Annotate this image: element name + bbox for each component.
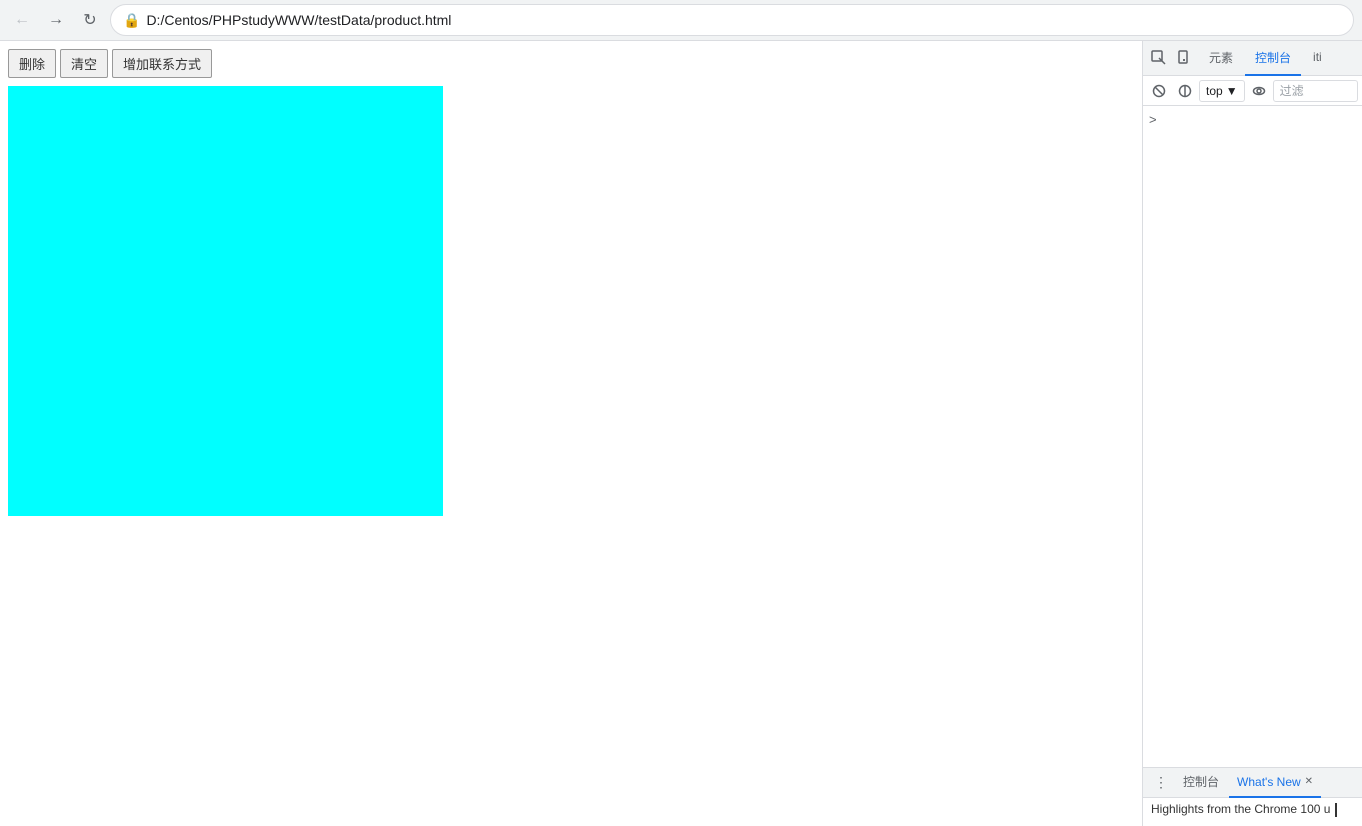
- tab-whats-new[interactable]: What's New ✕: [1229, 768, 1321, 798]
- address-text: D:/Centos/PHPstudyWWW/testData/product.h…: [146, 12, 1341, 28]
- dropdown-label: top: [1206, 84, 1223, 98]
- block-icon[interactable]: [1173, 79, 1197, 103]
- devtools-toolbar: top ▼ 过滤: [1143, 76, 1362, 106]
- address-bar[interactable]: 🔒 D:/Centos/PHPstudyWWW/testData/product…: [110, 4, 1354, 36]
- filter-input[interactable]: 过滤: [1273, 80, 1358, 102]
- page-buttons: 删除 清空 增加联系方式: [0, 41, 1142, 86]
- drawer-menu-icon[interactable]: ⋮: [1149, 771, 1173, 795]
- bottom-content: Highlights from the Chrome 100 u: [1143, 798, 1362, 826]
- reload-button[interactable]: ↻: [76, 6, 104, 34]
- context-dropdown[interactable]: top ▼: [1199, 80, 1245, 102]
- inspect-element-icon[interactable]: [1147, 46, 1171, 70]
- browser-chrome: ← → ↻ 🔒 D:/Centos/PHPstudyWWW/testData/p…: [0, 0, 1362, 41]
- filter-placeholder: 过滤: [1280, 82, 1304, 99]
- bottom-content-text: Highlights from the Chrome 100 u: [1151, 802, 1330, 816]
- clear-button[interactable]: 清空: [60, 49, 108, 78]
- add-contact-button[interactable]: 增加联系方式: [112, 49, 212, 78]
- forward-button[interactable]: →: [42, 6, 70, 34]
- browser-body: 删除 清空 增加联系方式 元素 控制台 iti: [0, 41, 1362, 826]
- devtools-panel: 元素 控制台 iti top ▼ 过滤: [1142, 41, 1362, 826]
- bottom-tabs: ⋮ 控制台 What's New ✕: [1143, 768, 1362, 798]
- eye-icon[interactable]: [1247, 79, 1271, 103]
- lock-icon: 🔒: [123, 12, 140, 29]
- browser-toolbar: ← → ↻ 🔒 D:/Centos/PHPstudyWWW/testData/p…: [0, 0, 1362, 40]
- tab-elements[interactable]: 元素: [1199, 41, 1243, 76]
- clear-console-icon[interactable]: [1147, 79, 1171, 103]
- close-whats-new-icon[interactable]: ✕: [1305, 776, 1313, 787]
- dropdown-arrow-icon: ▼: [1226, 84, 1238, 98]
- device-mode-icon[interactable]: [1173, 46, 1197, 70]
- page-content: 删除 清空 增加联系方式: [0, 41, 1142, 826]
- console-prompt-icon: >: [1149, 112, 1157, 127]
- back-button[interactable]: ←: [8, 6, 36, 34]
- delete-button[interactable]: 删除: [8, 49, 56, 78]
- cursor-indicator: [1335, 803, 1337, 817]
- tab-console-bottom[interactable]: 控制台: [1175, 768, 1227, 798]
- devtools-bottom: ⋮ 控制台 What's New ✕ Highlights from the C…: [1143, 767, 1362, 826]
- tab-iti[interactable]: iti: [1303, 41, 1332, 76]
- devtools-body: >: [1143, 106, 1362, 767]
- tab-console[interactable]: 控制台: [1245, 41, 1301, 76]
- cyan-box: [8, 86, 443, 516]
- devtools-tabs: 元素 控制台 iti: [1143, 41, 1362, 76]
